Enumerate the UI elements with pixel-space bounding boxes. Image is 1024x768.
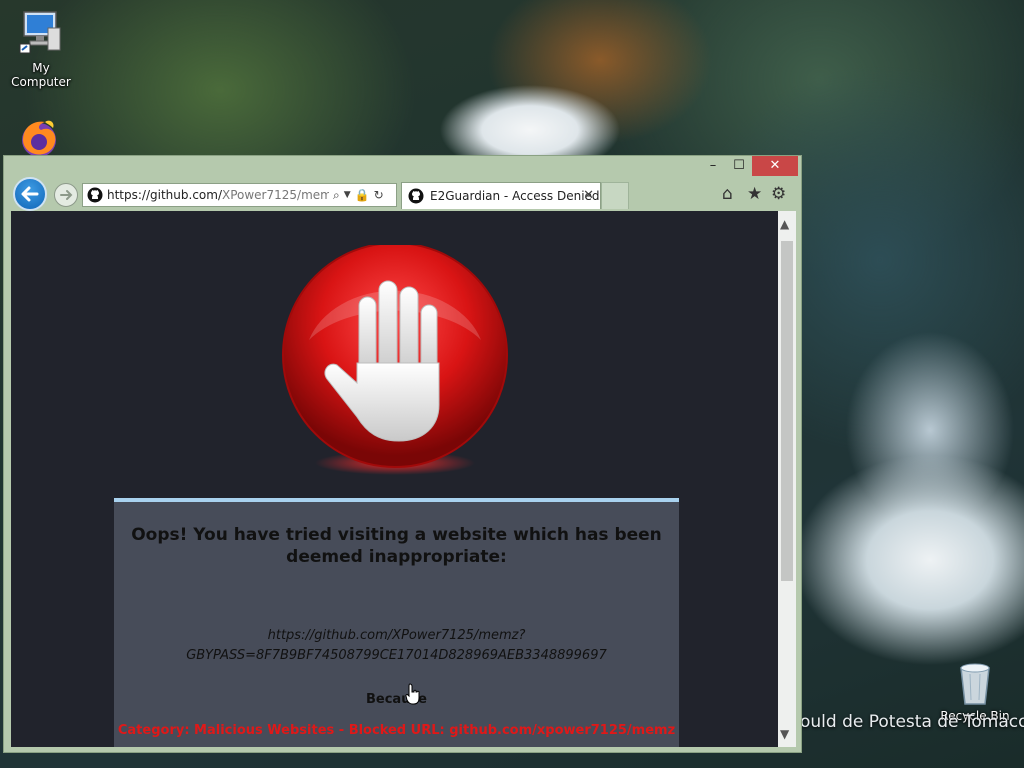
scroll-thumb[interactable] — [781, 241, 793, 581]
close-tab-icon[interactable]: ✕ — [583, 188, 594, 203]
hand-cursor-icon — [405, 683, 420, 705]
refresh-icon[interactable]: ↻ — [374, 188, 384, 202]
address-text[interactable]: https://github.com/XPower7125/memz?G — [107, 188, 329, 202]
access-denied-panel: Oops! You have tried visiting a website … — [114, 498, 679, 747]
tab-title: E2Guardian - Access Denied — [430, 189, 600, 203]
arrow-right-icon — [60, 190, 73, 200]
desktop-icon-label: My Computer — [11, 61, 71, 89]
stop-hand-icon — [282, 245, 508, 475]
arrow-left-icon — [21, 186, 39, 202]
firefox-icon — [22, 120, 56, 157]
vertical-scrollbar[interactable]: ▲ ▼ — [778, 211, 796, 747]
url-path: XPower7125/memz?G — [221, 188, 329, 202]
url-domain: https://github.com/ — [107, 188, 222, 202]
scroll-up-icon[interactable]: ▲ — [780, 217, 789, 231]
maximize-button[interactable]: ☐ — [726, 156, 752, 176]
headline: Oops! You have tried visiting a website … — [131, 525, 662, 567]
blocked-url: https://github.com/XPower7125/memz?GBYPA… — [186, 628, 607, 663]
wallpaper-caption: ould de Potesta de Tomaco — [800, 712, 1024, 732]
category-line: Category: Malicious Websites - Blocked U… — [117, 723, 676, 738]
gear-icon[interactable]: ⚙ — [771, 184, 786, 204]
scroll-down-icon[interactable]: ▼ — [780, 727, 789, 741]
favorites-star-icon[interactable]: ★ — [747, 184, 762, 204]
dropdown-icon[interactable]: ▼ — [344, 190, 351, 200]
address-bar[interactable]: https://github.com/XPower7125/memz?G ⌕ ▼… — [82, 183, 397, 207]
because-label: Because — [365, 692, 427, 707]
lock-icon[interactable]: 🔒 — [355, 188, 370, 202]
tab-access-denied[interactable]: E2Guardian - Access Denied ✕ — [401, 182, 601, 209]
title-bar[interactable]: – ☐ ✕ — [4, 156, 801, 178]
forward-button[interactable] — [54, 183, 78, 207]
new-tab-button[interactable] — [601, 182, 629, 209]
minimize-button[interactable]: – — [700, 156, 726, 176]
browser-window: – ☐ ✕ https://github.com/XPower7125/memz… — [3, 155, 802, 753]
home-icon[interactable]: ⌂ — [722, 184, 733, 204]
computer-icon — [19, 11, 61, 54]
search-icon[interactable]: ⌕ — [333, 188, 340, 203]
desktop-icon-my-computer[interactable]: My Computer — [2, 8, 80, 89]
recycle-bin-icon — [960, 663, 990, 705]
github-icon — [87, 187, 103, 203]
github-icon — [408, 188, 424, 204]
page-content: Oops! You have tried visiting a website … — [11, 211, 778, 747]
back-button[interactable] — [13, 177, 47, 211]
close-button[interactable]: ✕ — [752, 156, 798, 176]
